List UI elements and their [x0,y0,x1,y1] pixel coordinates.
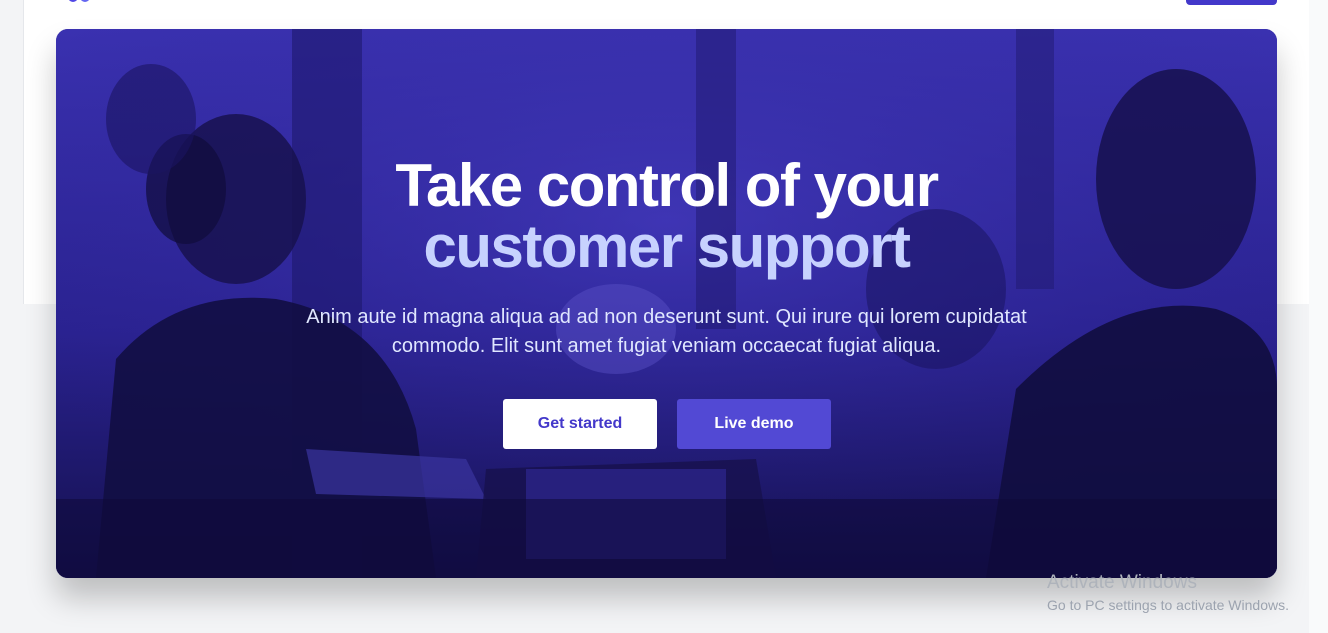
live-demo-button[interactable]: Live demo [677,399,831,449]
hero-headline: Take control of your customer support [56,155,1277,277]
watermark-subtitle: Go to PC settings to activate Windows. [1047,597,1289,613]
page-gutter-left [0,0,23,633]
page: Take control of your customer support An… [0,0,1328,633]
get-started-button[interactable]: Get started [503,399,657,449]
hero-headline-line-2: customer support [423,213,911,280]
watermark-title: Activate Windows [1047,572,1197,593]
page-gutter-right [1309,0,1328,633]
hero-content: Take control of your customer support An… [56,29,1277,578]
hero-banner: Take control of your customer support An… [56,29,1277,578]
brand-logo-icon[interactable] [64,0,94,4]
hero-headline-line-1: Take control of your [395,152,939,219]
hero-description: Anim aute id magna aliqua ad ad non dese… [306,306,1027,357]
windows-activation-watermark: Activate Windows Go to PC settings to ac… [1047,571,1289,614]
header-cta-button[interactable] [1186,0,1277,5]
